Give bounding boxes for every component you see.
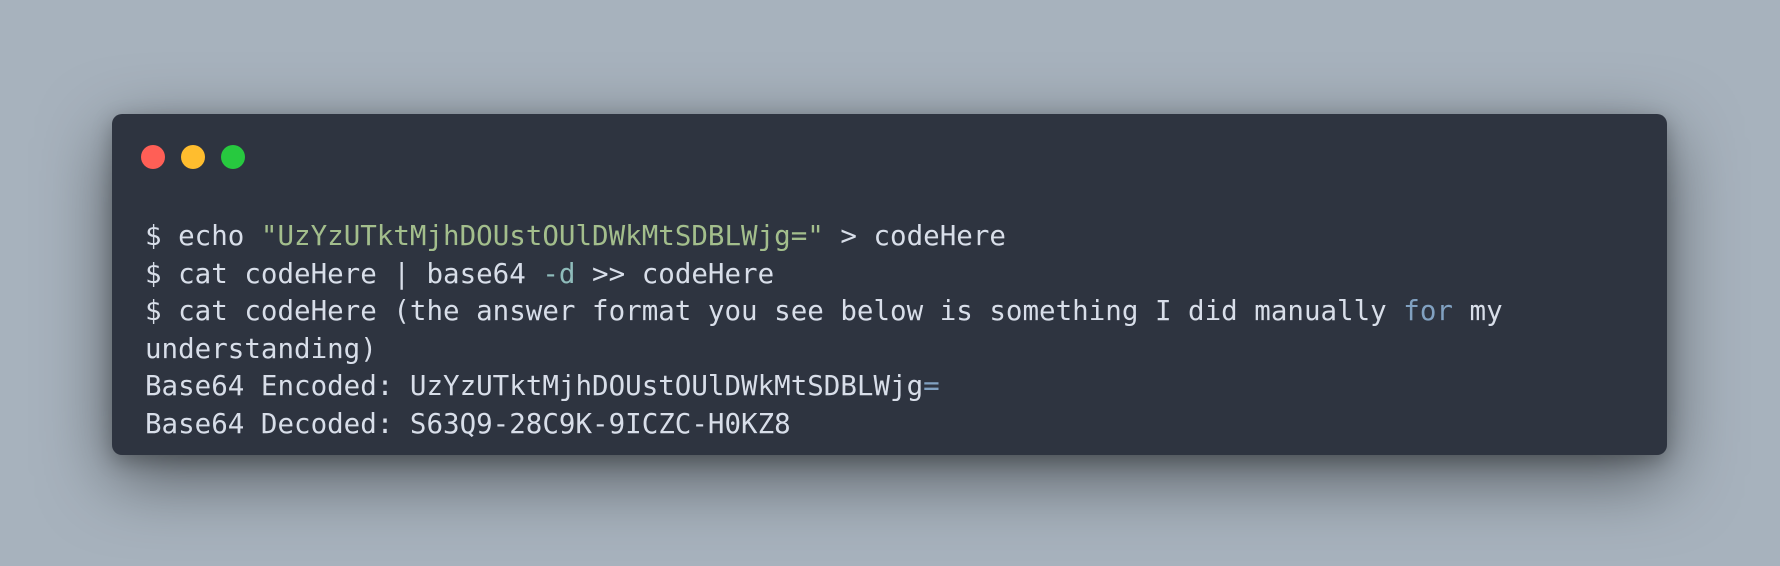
code-line-3: $ cat codeHere (the answer format you se… [145, 293, 1645, 331]
padding-char: = [923, 370, 940, 402]
code-line-5: Base64 Encoded: UzYzUTktMjhDOUstOUlDWkMt… [145, 368, 1645, 406]
command-prefix: $ cat codeHere | base64 [145, 257, 543, 290]
command-prefix: $ cat codeHere (the answer format you se… [145, 295, 1404, 327]
code-line-2: $ cat codeHere | base64 -d >> codeHere [145, 256, 1645, 294]
command-rest: my [1452, 295, 1503, 327]
maximize-window-icon[interactable] [221, 145, 245, 169]
command-rest: >> codeHere [575, 257, 775, 290]
code-line-1: $ echo "UzYzUTktMjhDOUstOUlDWkMtSDBLWjg=… [145, 218, 1645, 256]
code-block: $ echo "UzYzUTktMjhDOUstOUlDWkMtSDBLWjg=… [145, 218, 1645, 443]
encoded-label: Base64 Encoded: UzYzUTktMjhDOUstOUlDWkMt… [145, 370, 924, 402]
window-controls [141, 145, 245, 169]
command-rest: > codeHere [823, 220, 1006, 252]
string-literal: "UzYzUTktMjhDOUstOUlDWkMtSDBLWjg=" [260, 220, 824, 252]
code-line-6: Base64 Decoded: S63Q9-28C9K-9ICZC-H0KZ8 [145, 407, 791, 440]
command-prompt: $ echo [145, 220, 261, 252]
keyword: for [1403, 295, 1453, 327]
terminal-window: $ echo "UzYzUTktMjhDOUstOUlDWkMtSDBLWjg=… [112, 114, 1667, 455]
minimize-window-icon[interactable] [181, 145, 205, 169]
code-line-4: understanding) [145, 332, 377, 365]
command-flag: -d [542, 257, 576, 290]
close-window-icon[interactable] [141, 145, 165, 169]
